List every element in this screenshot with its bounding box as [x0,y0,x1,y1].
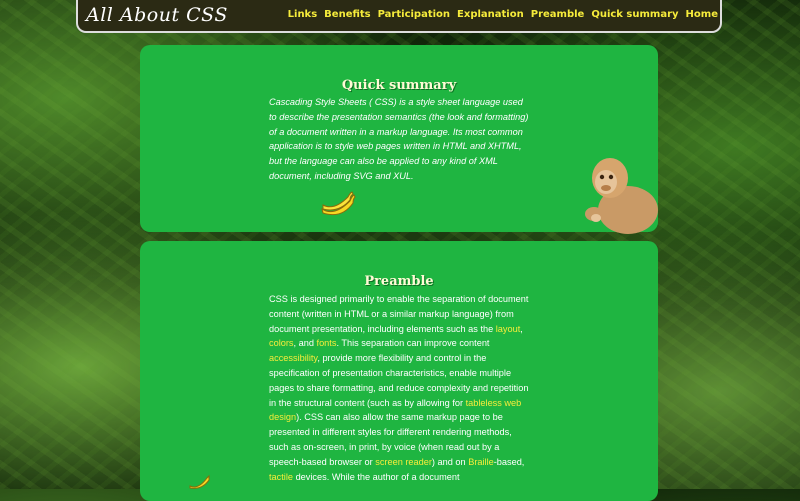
monkey-image [585,158,658,234]
nav-item-benefits[interactable]: Benefits [324,9,370,20]
quick-summary-text: Cascading Style Sheets ( CSS) is a style… [269,97,529,181]
nav-item-preamble[interactable]: Preamble [531,9,585,20]
preamble-text-part: -based, [493,456,525,467]
link-braille[interactable]: Braille [468,457,494,467]
nav-item-links[interactable]: Links [288,9,318,20]
preamble-text-part: CSS is designed primarily to enable the … [269,294,529,334]
link-tactile[interactable]: tactile [269,472,293,482]
preamble-title: Preamble [364,274,434,289]
preamble-text-part: , and [293,338,317,349]
preamble-text-part: , [520,323,523,334]
quick-summary-title: Quick summary [341,78,457,93]
link-fonts[interactable]: fonts [317,338,337,348]
nav-menu: Links Benefits Participation Explanation… [288,9,718,20]
site-brand[interactable]: All About CSS [86,4,228,26]
nav-item-home[interactable]: Home [686,9,718,20]
banana-icon [189,474,210,489]
nav-item-participation[interactable]: Participation [378,9,450,20]
link-accessibility[interactable]: accessibility [269,353,317,363]
link-screen-reader[interactable]: screen reader [375,457,432,467]
preamble-section: Preamble CSS is designed primarily to en… [140,241,658,501]
link-colors[interactable]: colors [269,338,294,348]
preamble-text-part: ) and on [431,456,469,467]
banana-icon [321,191,356,216]
preamble-text-part: devices. While the author of a document [293,471,460,482]
link-layout[interactable]: layout [496,324,521,334]
nav-item-explanation[interactable]: Explanation [457,9,524,20]
preamble-text-part: . This separation can improve content [336,338,490,349]
preamble-text: CSS is designed primarily to enable the … [269,292,531,484]
nav-item-quick-summary[interactable]: Quick summary [591,9,678,20]
top-navigation-bar: All About CSS Links Benefits Participati… [76,0,722,33]
